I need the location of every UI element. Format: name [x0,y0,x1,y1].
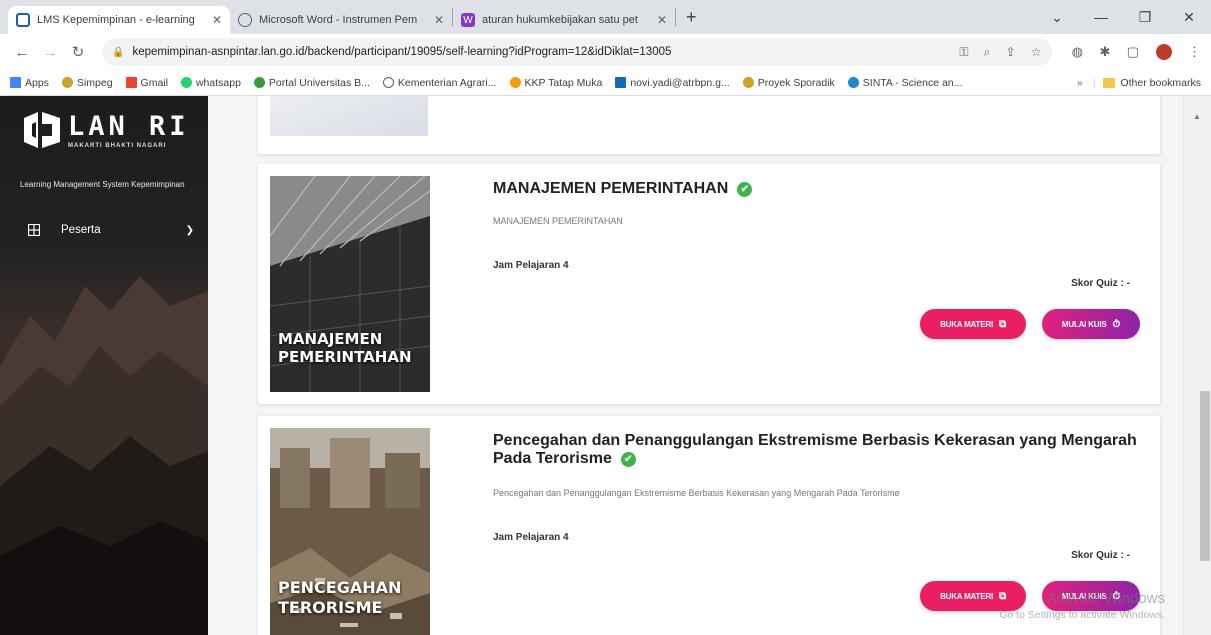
sidepanel-icon[interactable]: ▢ [1127,44,1139,59]
close-icon[interactable]: ✕ [212,13,222,27]
forward-arrow-icon[interactable]: → [38,44,62,61]
grid-icon [28,224,40,236]
check-circle-icon: ✔ [737,182,753,197]
bookmark-kementerian[interactable]: Kementerian Agrari... [382,77,497,89]
scroll-thumb[interactable] [1200,391,1210,561]
bookmarks-divider: | [1092,76,1096,89]
back-arrow-icon[interactable]: ← [10,44,34,61]
course-description: MANAJEMEN PEMERINTAHAN [493,216,623,226]
tab-search-chevron-icon[interactable]: ⌄ [1035,9,1079,26]
word-doc-icon: W [461,13,475,27]
extension-icon[interactable]: ◍ [1072,44,1083,59]
profile-avatar-icon[interactable] [1155,43,1172,60]
bookmark-kkp[interactable]: KKP Tatap Muka [509,77,602,89]
bookmark-apps[interactable]: Apps [10,77,49,89]
lan-logo-mark-icon [24,112,60,148]
tab-separator [675,8,676,26]
scroll-up-arrow-icon[interactable]: ▲ [1193,112,1201,121]
kkp-icon [509,77,521,88]
bookmark-proyek[interactable]: Proyek Sporadik [742,77,835,89]
course-skor-quiz: Skor Quiz : - [1071,550,1130,561]
sidebar: LAN RI MAKARTI BHAKTI NAGARI Learning Ma… [0,96,208,635]
lock-icon: 🔒 [112,46,125,58]
sidebar-item-label: Peserta [61,224,101,236]
folder-icon [1103,77,1116,88]
proyek-icon [742,77,754,88]
window-close-icon[interactable]: ✕ [1167,9,1211,26]
reload-icon[interactable]: ↻ [66,43,90,61]
close-icon[interactable]: ✕ [657,13,667,27]
outlook-icon [615,77,627,88]
tab-lms[interactable]: LMS Kepemimpinan - e-learning ✕ [8,6,230,34]
thumbnail-label: MANAJEMEN PEMERINTAHAN [278,330,412,366]
thumbnail-label: PENCEGAHAN TERORISME [278,578,402,617]
star-icon[interactable]: ☆ [1031,45,1042,59]
lan-ri-logo[interactable]: LAN RI MAKARTI BHAKTI NAGARI [20,108,190,152]
url-text[interactable]: kepemimpinan-asnpintar.lan.go.id/backend… [132,46,947,58]
sinta-icon [847,77,859,88]
window-controls: ⌄ — ❐ ✕ [1035,0,1211,34]
zoom-icon[interactable]: ⌕ [984,45,991,59]
whatsapp-icon [180,77,192,88]
main-content: MANAJEMEN PEMERINTAHAN MANAJEMEN PEMERIN… [208,96,1183,635]
lms-favicon-icon [16,13,30,27]
close-icon[interactable]: ✕ [434,13,444,27]
mulai-kuis-button[interactable]: MULAI KUIS ⏱ [1042,309,1140,339]
apps-grid-icon [10,77,21,88]
course-thumbnail-manajemen: MANAJEMEN PEMERINTAHAN [270,176,430,392]
tab-title: aturan hukumkebijakan satu pet [482,14,638,26]
address-bar[interactable]: 🔒 kepemimpinan-asnpintar.lan.go.id/backe… [102,38,1052,66]
browser-toolbar: ← → ↻ 🔒 kepemimpinan-asnpintar.lan.go.id… [0,34,1211,70]
browser-tab-bar: LMS Kepemimpinan - e-learning ✕ Microsof… [0,0,1211,34]
bookmark-portal-universitas[interactable]: Portal Universitas B... [253,77,370,89]
check-circle-icon: ✔ [620,452,636,467]
tab-title: Microsoft Word - Instrumen Pem [259,14,418,26]
sidebar-item-peserta[interactable]: Peserta ❯ [28,224,194,236]
share-icon[interactable]: ⇪ [1006,45,1016,59]
bookmark-outlook[interactable]: novi.yadi@atrbpn.g... [615,77,730,89]
course-card-manajemen: MANAJEMEN PEMERINTAHAN MANAJEMEN PEMERIN… [258,164,1160,404]
course-description: Pencegahan dan Penanggulangan Ekstremism… [493,488,900,498]
bookmark-gmail[interactable]: Gmail [125,77,168,89]
course-thumbnail-previous [270,96,428,136]
timer-icon: ⏱ [1112,318,1121,330]
bookmark-simpeg[interactable]: Simpeg [61,77,113,89]
course-thumbnail-pencegahan: PENCEGAHAN TERORISME [270,428,430,635]
tab-aturan[interactable]: W aturan hukumkebijakan satu pet ✕ [453,6,675,34]
key-icon[interactable]: ⚿ [959,45,968,59]
menu-dots-icon[interactable]: ⋮ [1188,44,1201,59]
activate-windows-watermark: Activate Windows Go to Settings to activ… [999,590,1165,621]
bookmark-sinta[interactable]: SINTA - Science an... [847,77,962,89]
globe-icon [238,13,252,27]
buka-materi-button[interactable]: BUKA MATERI ⧉ [920,309,1026,339]
globe-icon [382,77,394,88]
gmail-icon [125,77,137,88]
course-card-previous [258,96,1160,154]
bookmarks-bar: Apps Simpeg Gmail whatsapp Portal Univer… [0,70,1211,96]
bookmarks-more-icon[interactable]: » [1077,77,1083,89]
logo-sub-text: MAKARTI BHAKTI NAGARI [68,142,167,149]
bookmark-whatsapp[interactable]: whatsapp [180,77,241,89]
tab-word[interactable]: Microsoft Word - Instrumen Pem ✕ [230,6,452,34]
course-title: Pencegahan dan Penanggulangan Ekstremism… [493,432,1137,467]
course-jam-pelajaran: Jam Pelajaran 4 [493,532,569,543]
tab-title: LMS Kepemimpinan - e-learning [37,14,195,26]
page-scrollbar[interactable]: ▲ [1183,96,1211,635]
sidebar-tagline: Learning Management System Kepemimpinan [20,180,185,189]
logo-main-text: LAN RI [68,110,190,142]
restore-icon[interactable]: ❐ [1123,9,1167,26]
minimize-icon[interactable]: — [1079,9,1123,25]
page: LAN RI MAKARTI BHAKTI NAGARI Learning Ma… [0,96,1211,635]
new-tab-plus-icon[interactable]: + [686,7,697,28]
portal-icon [253,77,265,88]
open-book-icon: ⧉ [998,318,1006,330]
course-title: MANAJEMEN PEMERINTAHAN ✔ [493,180,1143,198]
chevron-down-icon: ❯ [185,224,194,236]
other-bookmarks[interactable]: Other bookmarks [1120,77,1201,89]
puzzle-icon[interactable]: ✱ [1099,44,1110,59]
course-skor-quiz: Skor Quiz : - [1071,278,1130,289]
course-jam-pelajaran: Jam Pelajaran 4 [493,260,569,271]
simpeg-icon [61,77,73,88]
mountain-background-image [0,276,208,635]
